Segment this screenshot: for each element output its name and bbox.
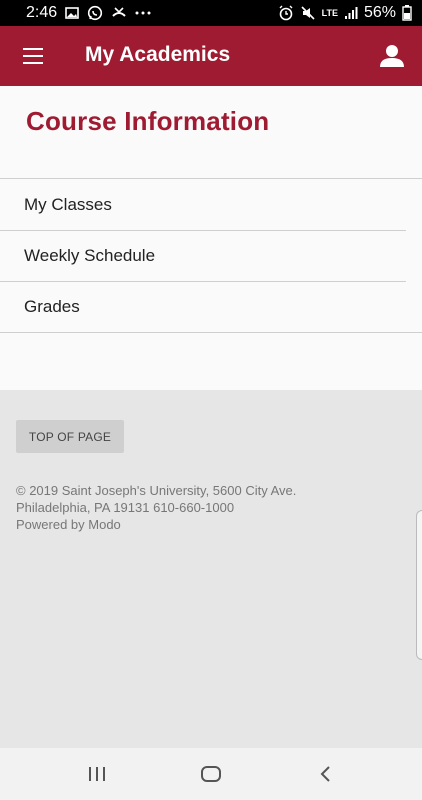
battery-icon bbox=[402, 5, 412, 21]
course-info-list: My Classes Weekly Schedule Grades bbox=[0, 178, 422, 333]
page-title: My Academics bbox=[85, 43, 231, 66]
home-icon bbox=[201, 766, 221, 782]
main-content: Course Information My Classes Weekly Sch… bbox=[0, 86, 422, 390]
user-icon bbox=[380, 45, 404, 67]
back-button[interactable] bbox=[305, 754, 345, 794]
list-item-my-classes[interactable]: My Classes bbox=[0, 179, 422, 230]
missed-call-icon bbox=[111, 6, 127, 20]
address-line: Philadelphia, PA 19131 610-660-1000 bbox=[16, 500, 235, 515]
list-item-label: Weekly Schedule bbox=[24, 245, 156, 265]
battery-percent: 56% bbox=[363, 4, 396, 21]
recent-apps-button[interactable] bbox=[77, 754, 117, 794]
signal-icon bbox=[344, 6, 358, 20]
recent-apps-icon bbox=[89, 767, 105, 781]
page-footer: TOP OF PAGE © 2019 Saint Joseph's Univer… bbox=[0, 390, 422, 748]
lte-icon: LTE bbox=[321, 7, 338, 18]
list-item-grades[interactable]: Grades bbox=[0, 281, 422, 332]
list-item-label: My Classes bbox=[24, 194, 112, 214]
user-profile-button[interactable] bbox=[379, 43, 405, 69]
system-nav-bar bbox=[0, 748, 422, 800]
copyright-line: © 2019 Saint Joseph's University, 5600 C… bbox=[16, 483, 297, 498]
list-item-label: Grades bbox=[24, 296, 80, 316]
powered-by-line: Powered by Modo bbox=[16, 517, 121, 532]
more-dots-icon bbox=[135, 10, 151, 16]
alarm-icon bbox=[278, 5, 294, 21]
image-icon bbox=[65, 6, 79, 20]
app-header: My Academics bbox=[0, 26, 422, 86]
mute-icon bbox=[300, 5, 316, 21]
status-bar: 2:46 LTE 56% bbox=[0, 0, 422, 26]
home-button[interactable] bbox=[191, 754, 231, 794]
status-time: 2:46 bbox=[26, 4, 58, 21]
list-item-weekly-schedule[interactable]: Weekly Schedule bbox=[0, 230, 422, 281]
edge-panel-handle[interactable] bbox=[416, 510, 422, 660]
top-of-page-button[interactable]: TOP OF PAGE bbox=[16, 420, 124, 453]
back-icon bbox=[320, 766, 330, 782]
section-title: Course Information bbox=[26, 106, 270, 136]
whatsapp-icon bbox=[87, 5, 103, 21]
menu-button[interactable] bbox=[22, 44, 44, 68]
copyright-text: © 2019 Saint Joseph's University, 5600 C… bbox=[16, 482, 416, 533]
hamburger-menu-icon bbox=[23, 48, 43, 64]
